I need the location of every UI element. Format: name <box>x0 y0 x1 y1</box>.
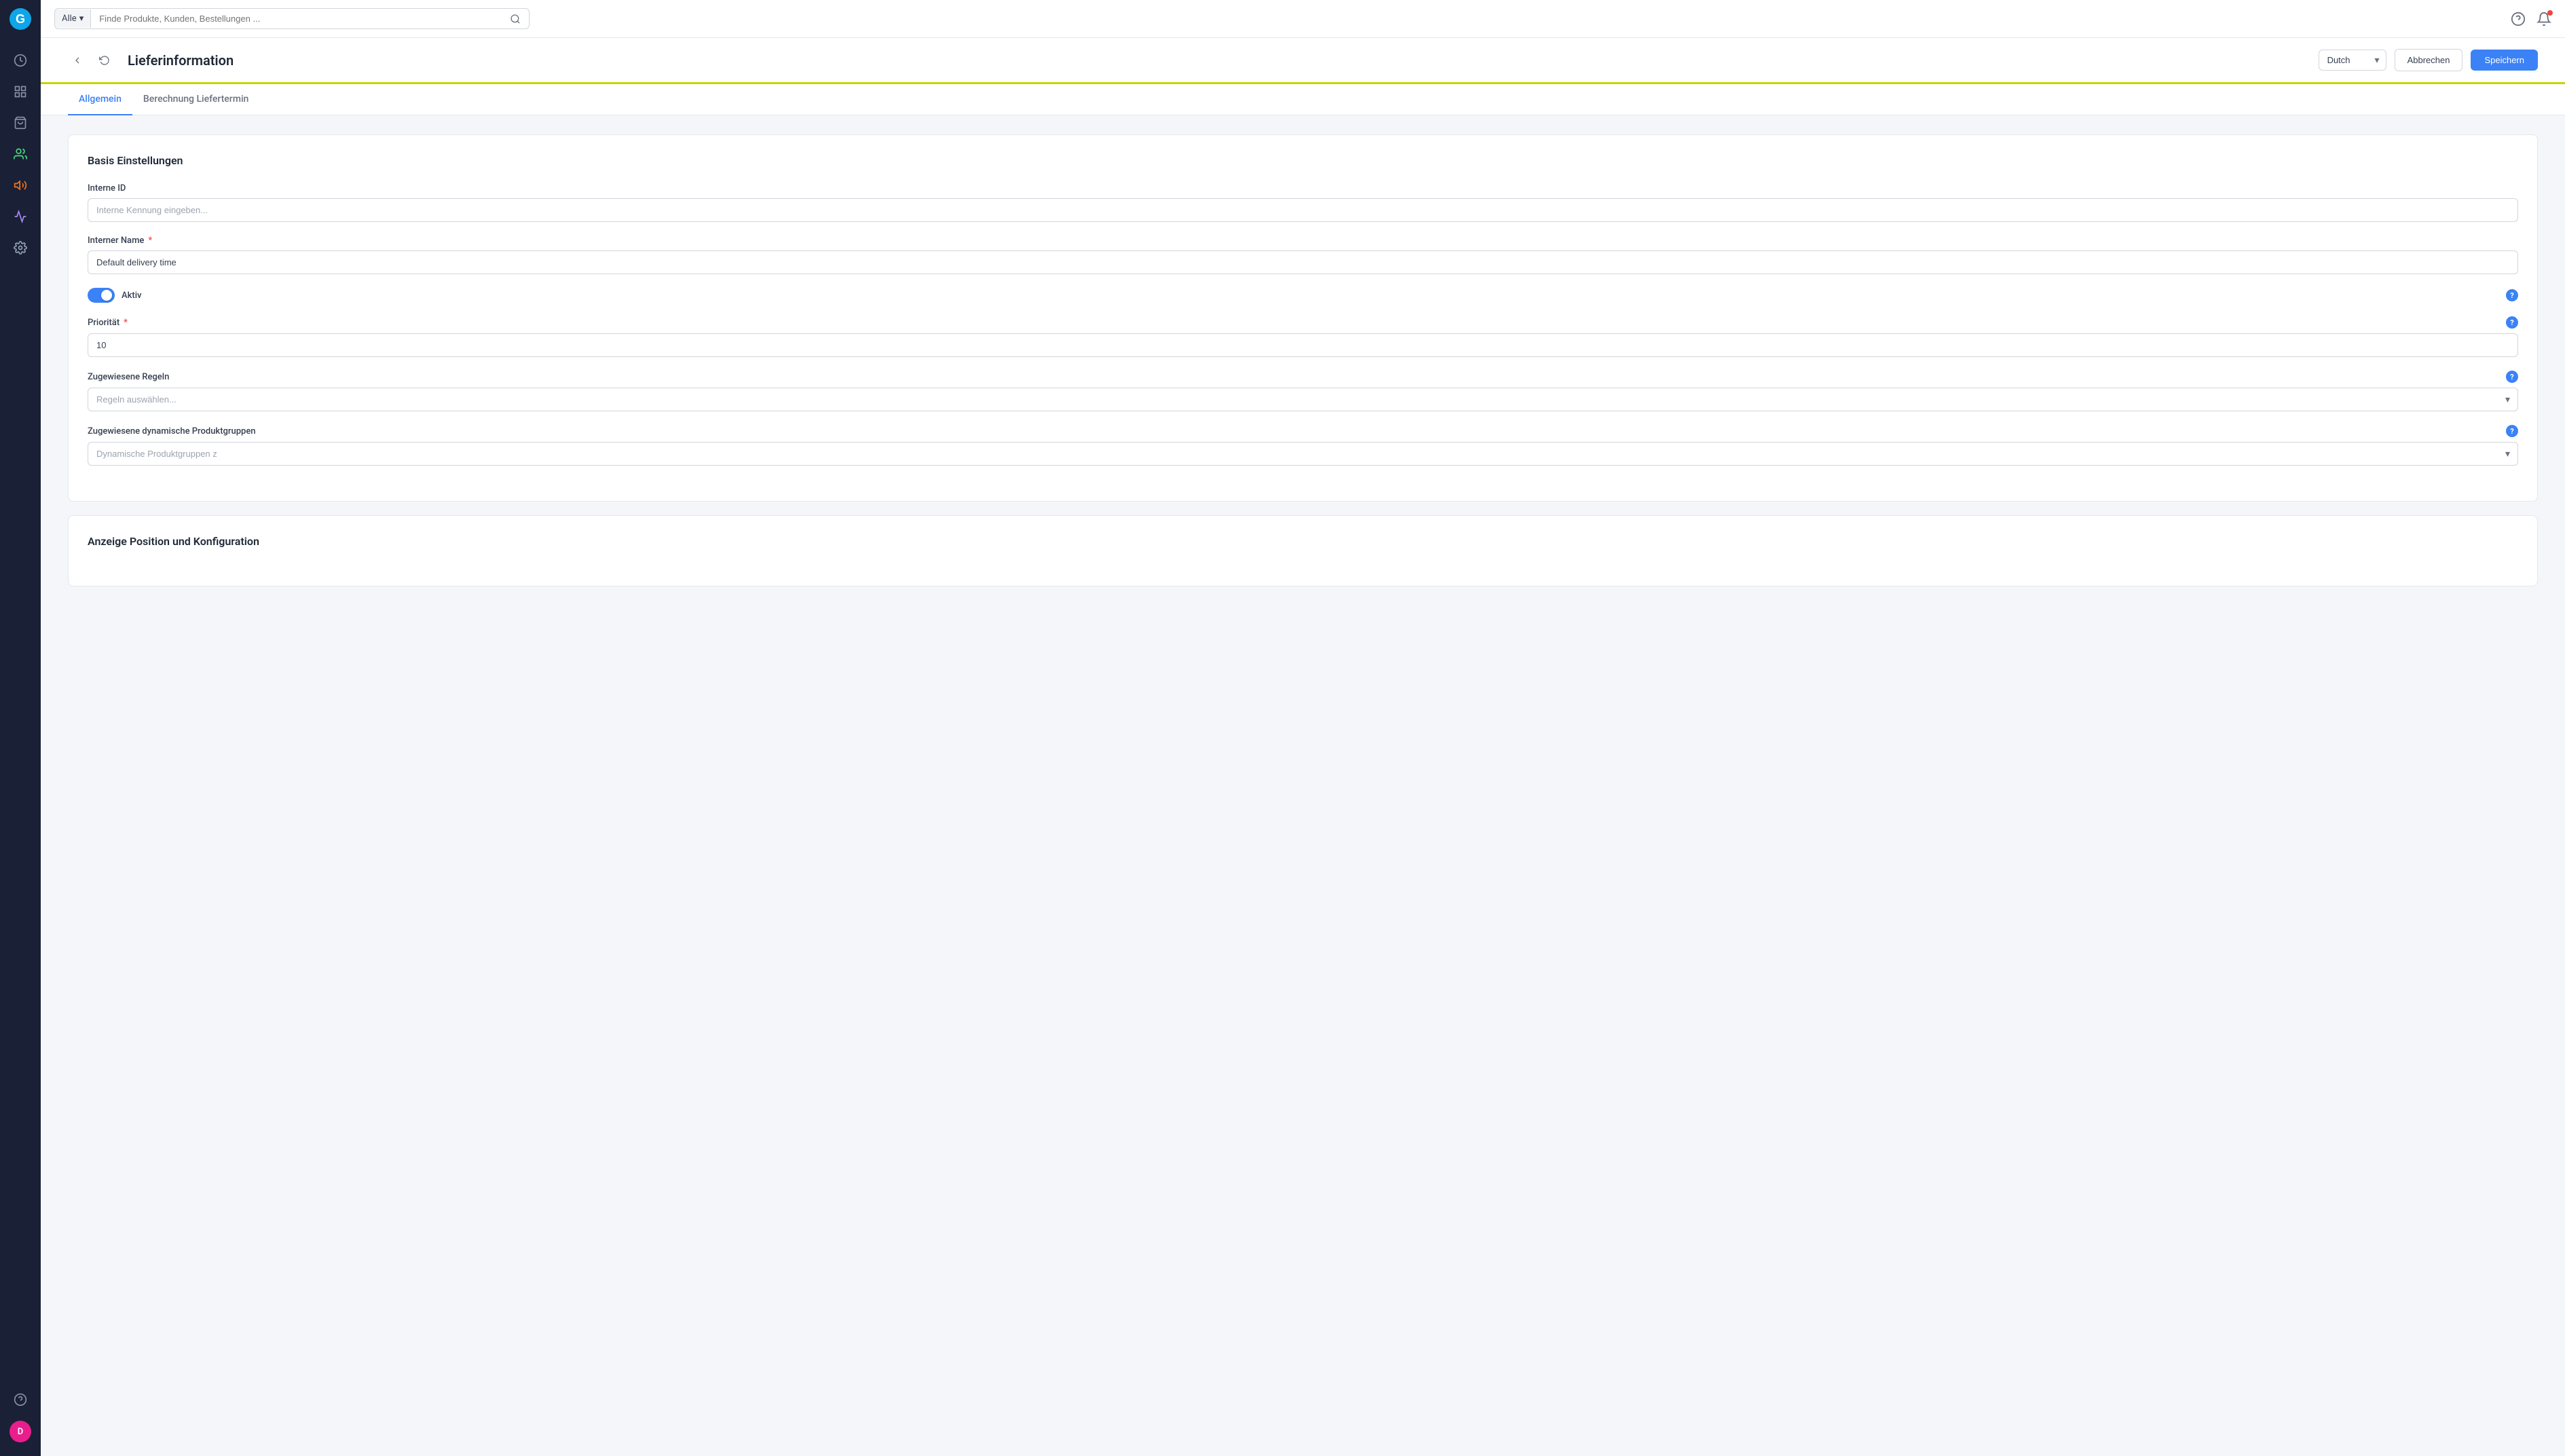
svg-text:G: G <box>16 12 25 26</box>
page-header: Lieferinformation Dutch German English ▾… <box>41 38 2565 84</box>
sidebar-item-customers[interactable] <box>7 141 34 168</box>
history-button[interactable] <box>95 51 114 70</box>
sidebar-item-products[interactable] <box>7 109 34 136</box>
language-selector-wrapper: Dutch German English ▾ <box>2319 50 2386 71</box>
sidebar-item-marketing[interactable] <box>7 172 34 199</box>
anzeige-position-section: Anzeige Position und Konfiguration <box>68 515 2538 586</box>
interne-id-label-text: Interne ID <box>88 183 126 193</box>
search-prefix-label: Alle <box>62 14 77 24</box>
aktiv-toggle-row: Aktiv ? <box>88 288 2518 303</box>
aktiv-label: Aktiv <box>122 291 142 301</box>
aktiv-toggle[interactable] <box>88 288 115 303</box>
sidebar-item-settings[interactable] <box>7 234 34 261</box>
regeln-select[interactable]: Regeln auswählen... <box>88 388 2518 411</box>
tab-allgemein[interactable]: Allgemein <box>68 84 132 115</box>
sidebar-item-help[interactable] <box>7 1386 34 1413</box>
regeln-label-text: Zugewiesene Regeln <box>88 372 169 382</box>
basis-einstellungen-section: Basis Einstellungen Interne ID Interner … <box>68 134 2538 502</box>
prioritaet-help-icon[interactable]: ? <box>2506 316 2518 329</box>
interner-name-label-text: Interner Name <box>88 236 144 246</box>
topbar: Alle ▾ <box>41 0 2565 38</box>
produktgruppen-help-icon[interactable]: ? <box>2506 425 2518 437</box>
interne-id-input[interactable] <box>88 198 2518 222</box>
prioritaet-label-left: Priorität * <box>88 318 128 328</box>
produktgruppen-select[interactable]: Dynamische Produktgruppen z <box>88 442 2518 466</box>
sidebar: G D <box>0 0 41 1456</box>
notification-badge <box>2547 10 2553 16</box>
prioritaet-label-text: Priorität <box>88 318 119 328</box>
prioritaet-required: * <box>124 318 128 328</box>
page-scroll-area: Lieferinformation Dutch German English ▾… <box>41 38 2565 1456</box>
search-prefix-chevron: ▾ <box>79 14 84 24</box>
section-title-basis: Basis Einstellungen <box>88 154 2518 167</box>
prioritaet-input[interactable] <box>88 333 2518 357</box>
sidebar-item-promotions[interactable] <box>7 203 34 230</box>
search-input[interactable] <box>91 9 502 29</box>
interne-id-group: Interne ID <box>88 183 2518 222</box>
produktgruppen-select-wrapper: Dynamische Produktgruppen z ▾ <box>88 442 2518 466</box>
section-title-anzeige: Anzeige Position und Konfiguration <box>88 535 2518 548</box>
regeln-label-left: Zugewiesene Regeln <box>88 372 169 382</box>
interner-name-required: * <box>148 236 152 246</box>
help-icon-button[interactable] <box>2511 12 2526 26</box>
regeln-help-icon[interactable]: ? <box>2506 371 2518 383</box>
interner-name-group: Interner Name * <box>88 236 2518 274</box>
sidebar-item-dashboard[interactable] <box>7 47 34 74</box>
produktgruppen-label-text: Zugewiesene dynamische Produktgruppen <box>88 426 256 436</box>
search-button[interactable] <box>502 10 529 29</box>
page-title: Lieferinformation <box>128 52 2310 69</box>
produktgruppen-label-left: Zugewiesene dynamische Produktgruppen <box>88 426 256 436</box>
sidebar-item-orders[interactable] <box>7 78 34 105</box>
back-button[interactable] <box>68 51 87 70</box>
app-logo[interactable]: G <box>8 7 33 31</box>
tab-berechnung[interactable]: Berechnung Liefertermin <box>132 84 259 115</box>
produktgruppen-group: Zugewiesene dynamische Produktgruppen ? … <box>88 425 2518 466</box>
toggle-knob <box>101 290 112 301</box>
prioritaet-group: Priorität * ? <box>88 316 2518 357</box>
search-prefix-dropdown[interactable]: Alle ▾ <box>55 10 91 28</box>
zugewiesene-regeln-group: Zugewiesene Regeln ? Regeln auswählen...… <box>88 371 2518 411</box>
prioritaet-label-row: Priorität * ? <box>88 316 2518 329</box>
interner-name-input[interactable] <box>88 250 2518 274</box>
language-select[interactable]: Dutch German English <box>2319 50 2386 71</box>
aktiv-help-icon[interactable]: ? <box>2506 289 2518 301</box>
user-avatar[interactable]: D <box>10 1421 31 1442</box>
cancel-button[interactable]: Abbrechen <box>2395 49 2463 71</box>
main-content: Alle ▾ <box>41 0 2565 1456</box>
topbar-actions <box>2511 12 2551 26</box>
interne-id-label: Interne ID <box>88 183 2518 193</box>
form-area: Basis Einstellungen Interne ID Interner … <box>41 115 2565 619</box>
produktgruppen-label-row: Zugewiesene dynamische Produktgruppen ? <box>88 425 2518 437</box>
tabs-bar: Allgemein Berechnung Liefertermin <box>41 84 2565 115</box>
regeln-label-row: Zugewiesene Regeln ? <box>88 371 2518 383</box>
regeln-select-wrapper: Regeln auswählen... ▾ <box>88 388 2518 411</box>
interner-name-label: Interner Name * <box>88 236 2518 246</box>
save-button[interactable]: Speichern <box>2471 50 2538 71</box>
notification-button[interactable] <box>2536 12 2551 26</box>
search-bar[interactable]: Alle ▾ <box>54 8 530 29</box>
